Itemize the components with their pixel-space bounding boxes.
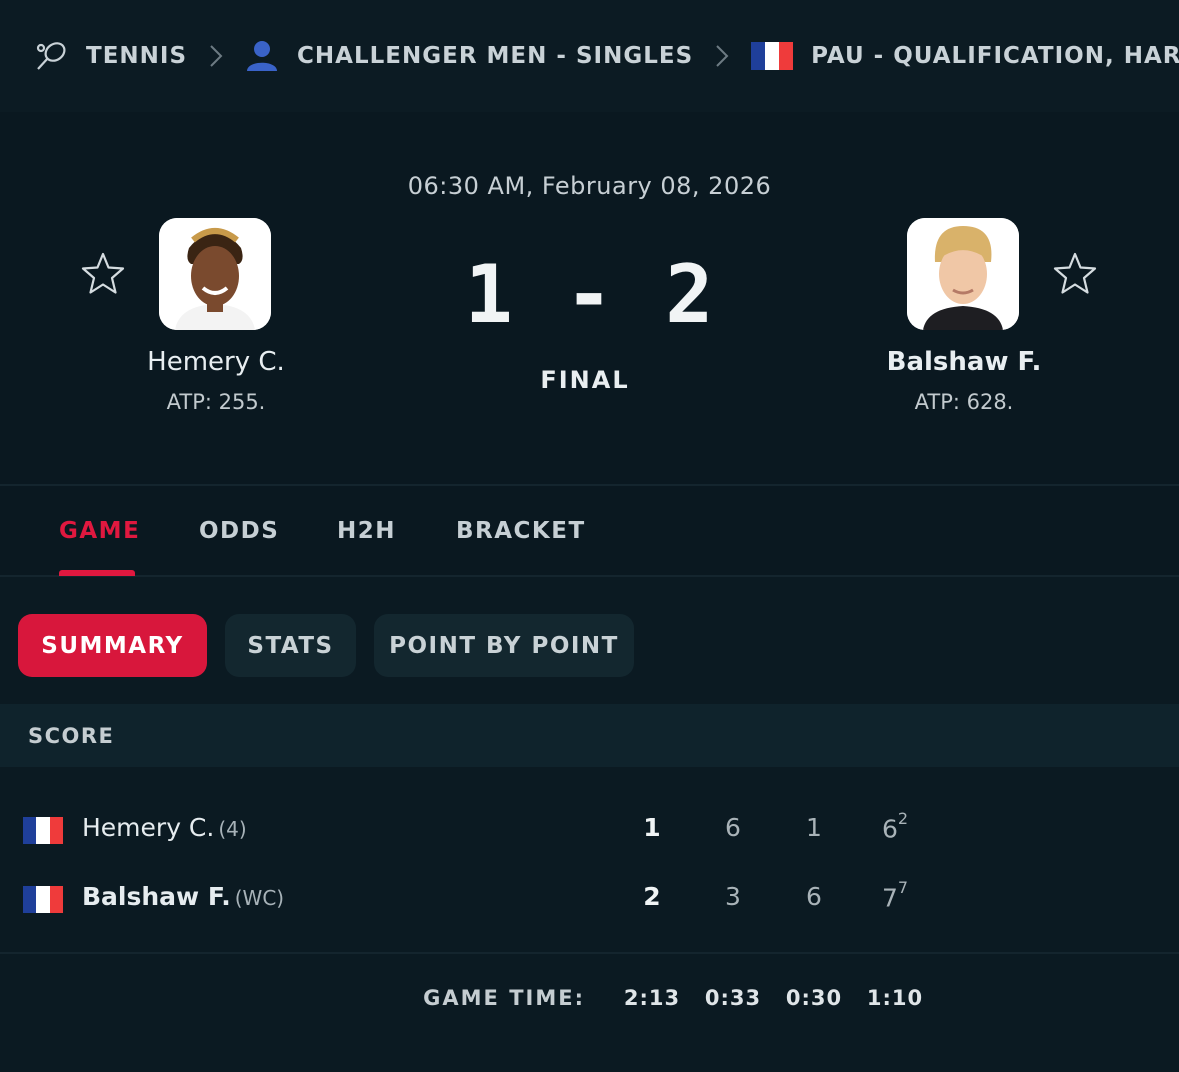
match-score: 1 - 2 [464,248,716,341]
france-flag-icon [23,886,63,913]
score-section-header: SCORE [0,704,1179,767]
set-3-games: 6 [881,814,898,844]
france-flag-icon [23,817,63,844]
main-tabs: GAME ODDS H2H BRACKET [0,484,1179,577]
breadcrumb-category-label: CHALLENGER MEN - SINGLES [297,43,694,69]
game-time-set-2: 0:30 [785,986,843,1010]
score-row-player[interactable]: Balshaw F. (WC) [82,882,284,911]
player-seed: (4) [218,817,247,841]
tab-bracket[interactable]: BRACKET [456,518,586,544]
set-3-score: 62 [865,809,925,844]
tiebreak-score: 7 [897,878,909,897]
player-seed: (WC) [234,886,285,910]
game-time-set-1: 0:33 [704,986,762,1010]
home-player-name[interactable]: Hemery C. [66,347,366,377]
home-player-rank: ATP: 255. [166,390,266,414]
breadcrumb-category[interactable]: CHALLENGER MEN - SINGLES [245,40,693,72]
breadcrumb-sport-label: TENNIS [86,43,188,69]
france-flag-icon [751,42,794,70]
score-row-player-name: Hemery C. [82,813,215,842]
set-2-score: 1 [806,813,822,842]
subtab-summary[interactable]: SUMMARY [18,614,207,677]
tab-h2h[interactable]: H2H [337,518,396,544]
tab-odds[interactable]: ODDS [199,518,279,544]
game-time-label: GAME TIME: [423,986,585,1010]
breadcrumb-tournament-label: PAU - QUALIFICATION, HARD - [811,43,1179,69]
breadcrumb: TENNIS CHALLENGER MEN - SINGLES PAU - QU… [0,0,1179,112]
away-player-rank: ATP: 628. [914,390,1014,414]
favorite-home-star-icon[interactable] [79,250,127,298]
avatar-home[interactable] [159,218,271,330]
sets-won: 2 [643,882,661,911]
breadcrumb-sport[interactable]: TENNIS [34,39,187,73]
match-status: FINAL [540,366,630,394]
breadcrumb-tournament[interactable]: PAU - QUALIFICATION, HARD - [751,42,1179,70]
sets-won: 1 [643,813,661,842]
set-3-score: 77 [865,878,925,913]
set-1-score: 6 [725,813,741,842]
set-2-score: 6 [806,882,822,911]
subtab-point-by-point[interactable]: POINT BY POINT [374,614,634,677]
chevron-right-icon [715,44,729,68]
favorite-away-star-icon[interactable] [1051,250,1099,298]
game-time-set-3: 1:10 [866,986,924,1010]
score-row-player-name: Balshaw F. [82,882,231,911]
person-icon [245,40,279,72]
score-row-home: Hemery C. (4) 1 6 1 62 [0,805,1179,855]
divider [0,952,1179,954]
subtab-stats[interactable]: STATS [225,614,356,677]
avatar-away[interactable] [907,218,1019,330]
set-1-score: 3 [725,882,741,911]
tab-game[interactable]: GAME [59,518,140,544]
tennis-racket-icon [34,39,68,73]
away-player-name[interactable]: Balshaw F. [814,347,1114,377]
tiebreak-score: 2 [897,809,909,828]
score-row-away: Balshaw F. (WC) 2 3 6 77 [0,874,1179,924]
match-datetime: 06:30 AM, February 08, 2026 [407,172,772,200]
game-time-total: 2:13 [623,986,681,1010]
score-row-player[interactable]: Hemery C. (4) [82,813,247,842]
active-tab-indicator [59,570,135,576]
set-3-games: 7 [881,883,898,913]
chevron-right-icon [209,44,223,68]
